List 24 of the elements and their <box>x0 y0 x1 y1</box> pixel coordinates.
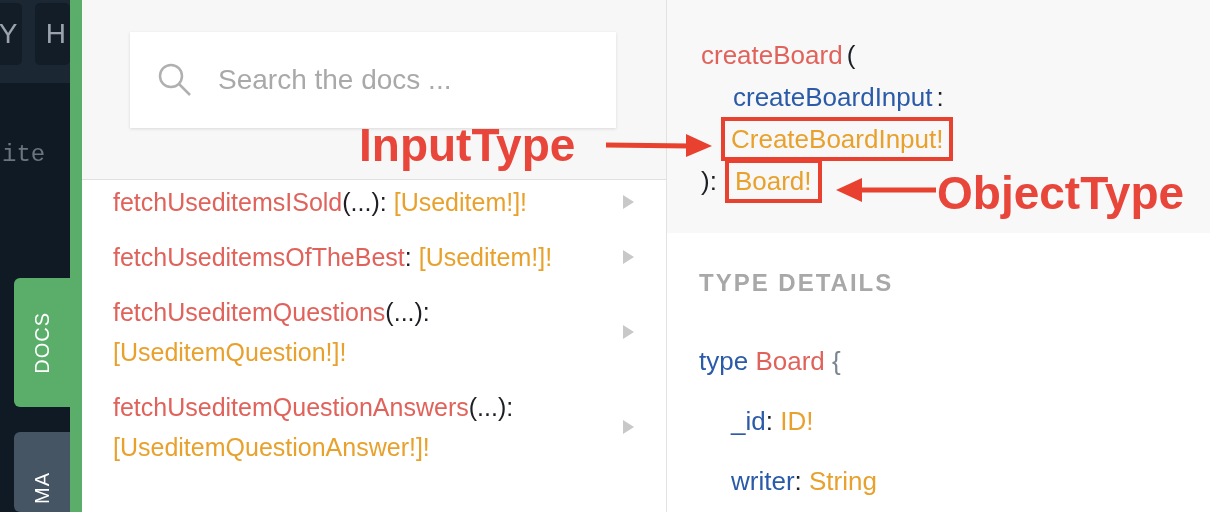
punctuation-text: ): <box>700 165 718 197</box>
expand-arrow-icon <box>623 420 634 434</box>
field-item[interactable]: fetchUseditemQuestions(...): [UseditemQuestion!]! <box>113 292 638 372</box>
type-field: writer: String <box>699 451 1210 511</box>
punctuation-text: ( <box>845 39 857 71</box>
editor-tab[interactable]: H <box>34 3 70 65</box>
search-bar[interactable]: Search the docs ... <box>130 32 616 128</box>
code-text: ite <box>2 141 46 168</box>
editor-tab[interactable]: Y <box>0 3 22 65</box>
field-item[interactable]: fetchUseditemsISold(...): [Useditem!]! <box>113 182 638 222</box>
expand-arrow-icon <box>623 250 634 264</box>
type-declaration: type Board { <box>699 345 842 378</box>
field-name: createBoard <box>700 39 844 71</box>
side-tab[interactable]: MA <box>14 432 70 512</box>
type-field: _id: ID! <box>699 391 1210 451</box>
search-icon <box>158 63 192 97</box>
field-item[interactable]: fetchUseditemsOfTheBest: [Useditem!]! <box>113 237 638 277</box>
punctuation-text: : <box>935 81 945 113</box>
expand-arrow-icon <box>623 195 634 209</box>
search-input[interactable]: Search the docs ... <box>216 63 600 97</box>
expand-arrow-icon <box>623 325 634 339</box>
argument-name: createBoardInput <box>732 81 934 113</box>
section-heading: TYPE DETAILS <box>699 269 895 297</box>
field-item[interactable]: fetchUseditemQuestionAnswers(...): [UseditemQuestionAnswer!]! <box>113 387 638 467</box>
